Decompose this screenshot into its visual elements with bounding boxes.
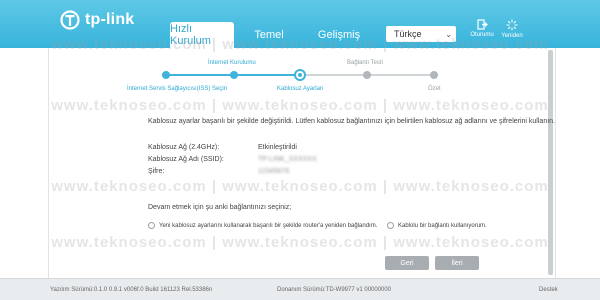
wifi-24-label: Kablosuz Ağ (2.4GHz): (148, 144, 220, 151)
support-link[interactable]: Destek (539, 287, 558, 293)
step-dot-isp (162, 71, 170, 79)
step-dot-test (363, 71, 371, 79)
back-button[interactable]: Geri (385, 256, 429, 270)
option-wireless-reconnected[interactable]: Yeni kablosuz ayarlarını kullanarak başa… (148, 222, 377, 229)
step-dot-wireless (294, 69, 306, 81)
next-button[interactable]: İleri (435, 256, 479, 270)
progress-stepper: İnternet Servis Sağlayıcısı(ISS) Seçin İ… (0, 0, 600, 100)
firmware-version: Yazılım Sürümü:0.1.0 0.9.1 v006f.0 Build… (50, 287, 213, 293)
step-label-test: Bağlantı Testi (347, 60, 383, 66)
step-dot-internet (230, 71, 238, 79)
step-label-internet: İnternet Kurulumu (208, 60, 256, 66)
step-dot-summary (430, 71, 438, 79)
radio-button[interactable] (148, 222, 155, 229)
ssid-label: Kablosuz Ağ Adı (SSID): (148, 156, 224, 163)
ssid-value: TP-LINK_XXXXXX (258, 156, 317, 163)
password-label: Şifre: (148, 168, 165, 175)
footer: Yazılım Sürümü:0.1.0 0.9.1 v006f.0 Build… (0, 278, 600, 300)
option-wired-connection[interactable]: Kablolu bir bağlantı kullanıyorum. (387, 222, 487, 229)
step-label-isp: İnternet Servis Sağlayıcısı(ISS) Seçin (127, 86, 228, 92)
hardware-version: Donanım Sürümü:TD-W9977 v1 00000000 (277, 287, 392, 293)
step-label-summary: Özet (428, 86, 441, 92)
option-wired-label: Kablolu bir bağlantı kullanıyorum. (398, 222, 487, 229)
connection-question: Devam etmek için şu anki bağlantınızı se… (148, 204, 292, 211)
password-value: 12345678 (258, 168, 290, 175)
option-wireless-label: Yeni kablosuz ayarlarını kullanarak başa… (159, 222, 378, 229)
wifi-24-value: Etkinleştirildi (258, 144, 297, 151)
step-label-wireless: Kablosuz Ayarları (277, 86, 324, 92)
radio-button[interactable] (387, 222, 394, 229)
success-message: Kablosuz ayarlar başarılı bir şekilde de… (148, 118, 555, 125)
